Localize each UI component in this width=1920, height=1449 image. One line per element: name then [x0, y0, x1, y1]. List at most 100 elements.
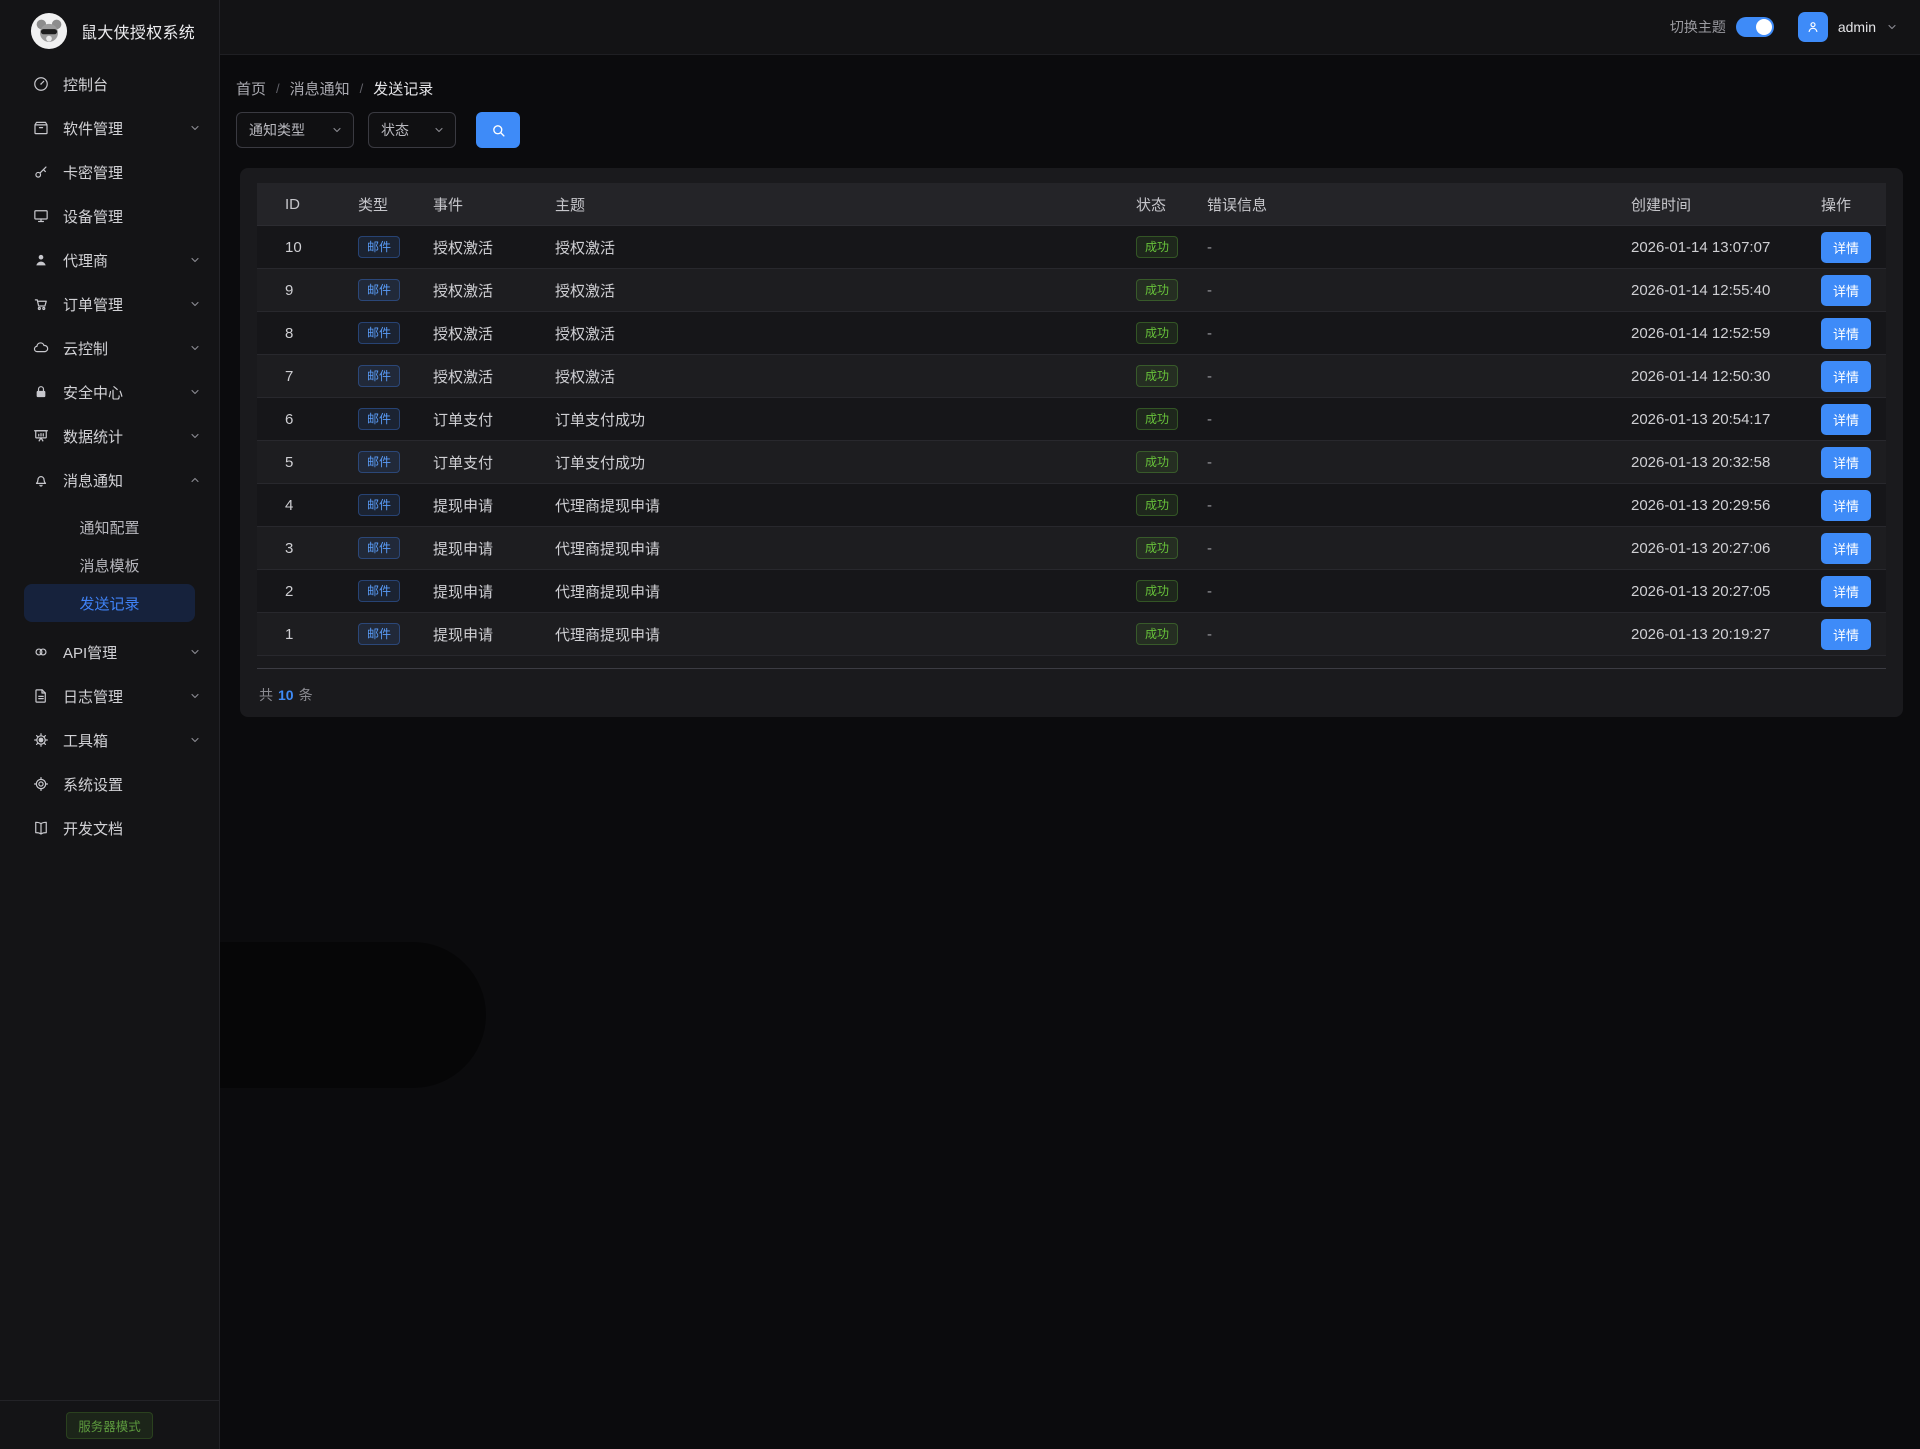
cell-error: - [1207, 540, 1631, 557]
sidebar-item-security[interactable]: 安全中心 [0, 370, 219, 414]
sidebar-item-cloud-control[interactable]: 云控制 [0, 326, 219, 370]
cell-action: 详情 [1821, 576, 1886, 607]
detail-button[interactable]: 详情 [1821, 275, 1871, 306]
status-select[interactable]: 状态 [368, 112, 456, 148]
cell-type: 邮件 [358, 279, 433, 301]
sidebar-subitem-send-records[interactable]: 发送记录 [24, 584, 195, 622]
cell-created: 2026-01-13 20:32:58 [1631, 454, 1821, 471]
cell-type: 邮件 [358, 623, 433, 645]
cell-status: 成功 [1136, 580, 1207, 602]
chevron-down-icon [189, 254, 201, 266]
cell-id: 3 [257, 540, 358, 557]
sidebar-item-label: 软件管理 [63, 118, 189, 139]
sidebar-item-label: 工具箱 [63, 730, 189, 751]
cell-event: 授权激活 [433, 280, 555, 301]
server-mode-badge: 服务器模式 [66, 1412, 153, 1439]
cell-id: 5 [257, 454, 358, 471]
sidebar-subitem-notify-config[interactable]: 通知配置 [24, 508, 195, 546]
breadcrumb-send-records: 发送记录 [373, 78, 433, 99]
sidebar-item-logs[interactable]: 日志管理 [0, 674, 219, 718]
cell-created: 2026-01-14 13:07:07 [1631, 239, 1821, 256]
cell-error: - [1207, 454, 1631, 471]
table-header-row: ID 类型 事件 主题 状态 错误信息 创建时间 操作 [257, 183, 1886, 226]
theme-toggle-switch[interactable] [1736, 17, 1774, 37]
chevron-down-icon [189, 342, 201, 354]
status-select-value: 状态 [381, 120, 409, 140]
sidebar-item-settings[interactable]: 系统设置 [0, 762, 219, 806]
table-row: 6 邮件 订单支付 订单支付成功 成功 - 2026-01-13 20:54:1… [257, 398, 1886, 441]
cell-type: 邮件 [358, 537, 433, 559]
chevron-down-icon [189, 122, 201, 134]
sidebar-item-api[interactable]: API管理 [0, 630, 219, 674]
detail-button[interactable]: 详情 [1821, 404, 1871, 435]
cell-event: 提现申请 [433, 495, 555, 516]
avatar[interactable] [1798, 12, 1828, 42]
detail-button[interactable]: 详情 [1821, 361, 1871, 392]
sidebar-item-label: 云控制 [63, 338, 189, 359]
cell-created: 2026-01-13 20:19:27 [1631, 626, 1821, 643]
status-badge: 成功 [1136, 537, 1178, 559]
chevron-down-icon [189, 646, 201, 658]
app-title: 鼠大侠授权系统 [81, 19, 195, 43]
cell-id: 4 [257, 497, 358, 514]
sidebar-item-statistics[interactable]: 数据统计 [0, 414, 219, 458]
status-badge: 成功 [1136, 408, 1178, 430]
cell-type: 邮件 [358, 451, 433, 473]
cell-status: 成功 [1136, 279, 1207, 301]
sidebar-item-devices[interactable]: 设备管理 [0, 194, 219, 238]
sidebar-subitem-message-templates[interactable]: 消息模板 [24, 546, 195, 584]
toggle-knob [1756, 19, 1772, 35]
cell-status: 成功 [1136, 494, 1207, 516]
search-button[interactable] [476, 112, 520, 148]
cell-error: - [1207, 282, 1631, 299]
type-badge: 邮件 [358, 279, 400, 301]
sidebar-item-agents[interactable]: 代理商 [0, 238, 219, 282]
cell-error: - [1207, 411, 1631, 428]
sidebar-item-label: 订单管理 [63, 294, 189, 315]
detail-button[interactable]: 详情 [1821, 490, 1871, 521]
cell-subject: 授权激活 [555, 280, 1136, 301]
sidebar-item-label: 系统设置 [63, 774, 201, 795]
sidebar-item-cardkey[interactable]: 卡密管理 [0, 150, 219, 194]
status-badge: 成功 [1136, 279, 1178, 301]
sidebar-item-docs[interactable]: 开发文档 [0, 806, 219, 850]
chart-board-icon [32, 427, 50, 445]
status-badge: 成功 [1136, 623, 1178, 645]
chevron-down-icon[interactable] [1886, 21, 1898, 33]
detail-button[interactable]: 详情 [1821, 447, 1871, 478]
table-row: 4 邮件 提现申请 代理商提现申请 成功 - 2026-01-13 20:29:… [257, 484, 1886, 527]
cell-subject: 代理商提现申请 [555, 581, 1136, 602]
sidebar-item-notifications[interactable]: 消息通知 [0, 458, 219, 502]
cell-event: 订单支付 [433, 409, 555, 430]
status-badge: 成功 [1136, 365, 1178, 387]
cell-action: 详情 [1821, 232, 1886, 263]
detail-button[interactable]: 详情 [1821, 576, 1871, 607]
detail-button[interactable]: 详情 [1821, 619, 1871, 650]
sidebar-item-console[interactable]: 控制台 [0, 62, 219, 106]
username[interactable]: admin [1838, 19, 1876, 35]
breadcrumb-notifications[interactable]: 消息通知 [290, 78, 350, 99]
detail-button[interactable]: 详情 [1821, 318, 1871, 349]
notify-type-select[interactable]: 通知类型 [236, 112, 354, 148]
cell-created: 2026-01-13 20:54:17 [1631, 411, 1821, 428]
detail-button[interactable]: 详情 [1821, 232, 1871, 263]
cell-action: 详情 [1821, 533, 1886, 564]
type-badge: 邮件 [358, 494, 400, 516]
sidebar-item-orders[interactable]: 订单管理 [0, 282, 219, 326]
app-logo-icon [30, 12, 68, 50]
breadcrumb-home[interactable]: 首页 [236, 78, 266, 99]
topbar-controls: 切换主题 admin [1670, 12, 1898, 42]
chevron-down-icon [189, 298, 201, 310]
detail-button[interactable]: 详情 [1821, 533, 1871, 564]
total-suffix: 条 [299, 687, 313, 703]
sidebar-item-label: API管理 [63, 642, 189, 663]
sidebar-item-toolbox[interactable]: 工具箱 [0, 718, 219, 762]
log-file-icon [32, 687, 50, 705]
brand: 鼠大侠授权系统 [0, 0, 219, 62]
sidebar-item-software[interactable]: 软件管理 [0, 106, 219, 150]
type-badge: 邮件 [358, 322, 400, 344]
cell-action: 详情 [1821, 361, 1886, 392]
cell-type: 邮件 [358, 408, 433, 430]
table-row: 7 邮件 授权激活 授权激活 成功 - 2026-01-14 12:50:30 [257, 355, 1886, 398]
api-icon [32, 643, 50, 661]
